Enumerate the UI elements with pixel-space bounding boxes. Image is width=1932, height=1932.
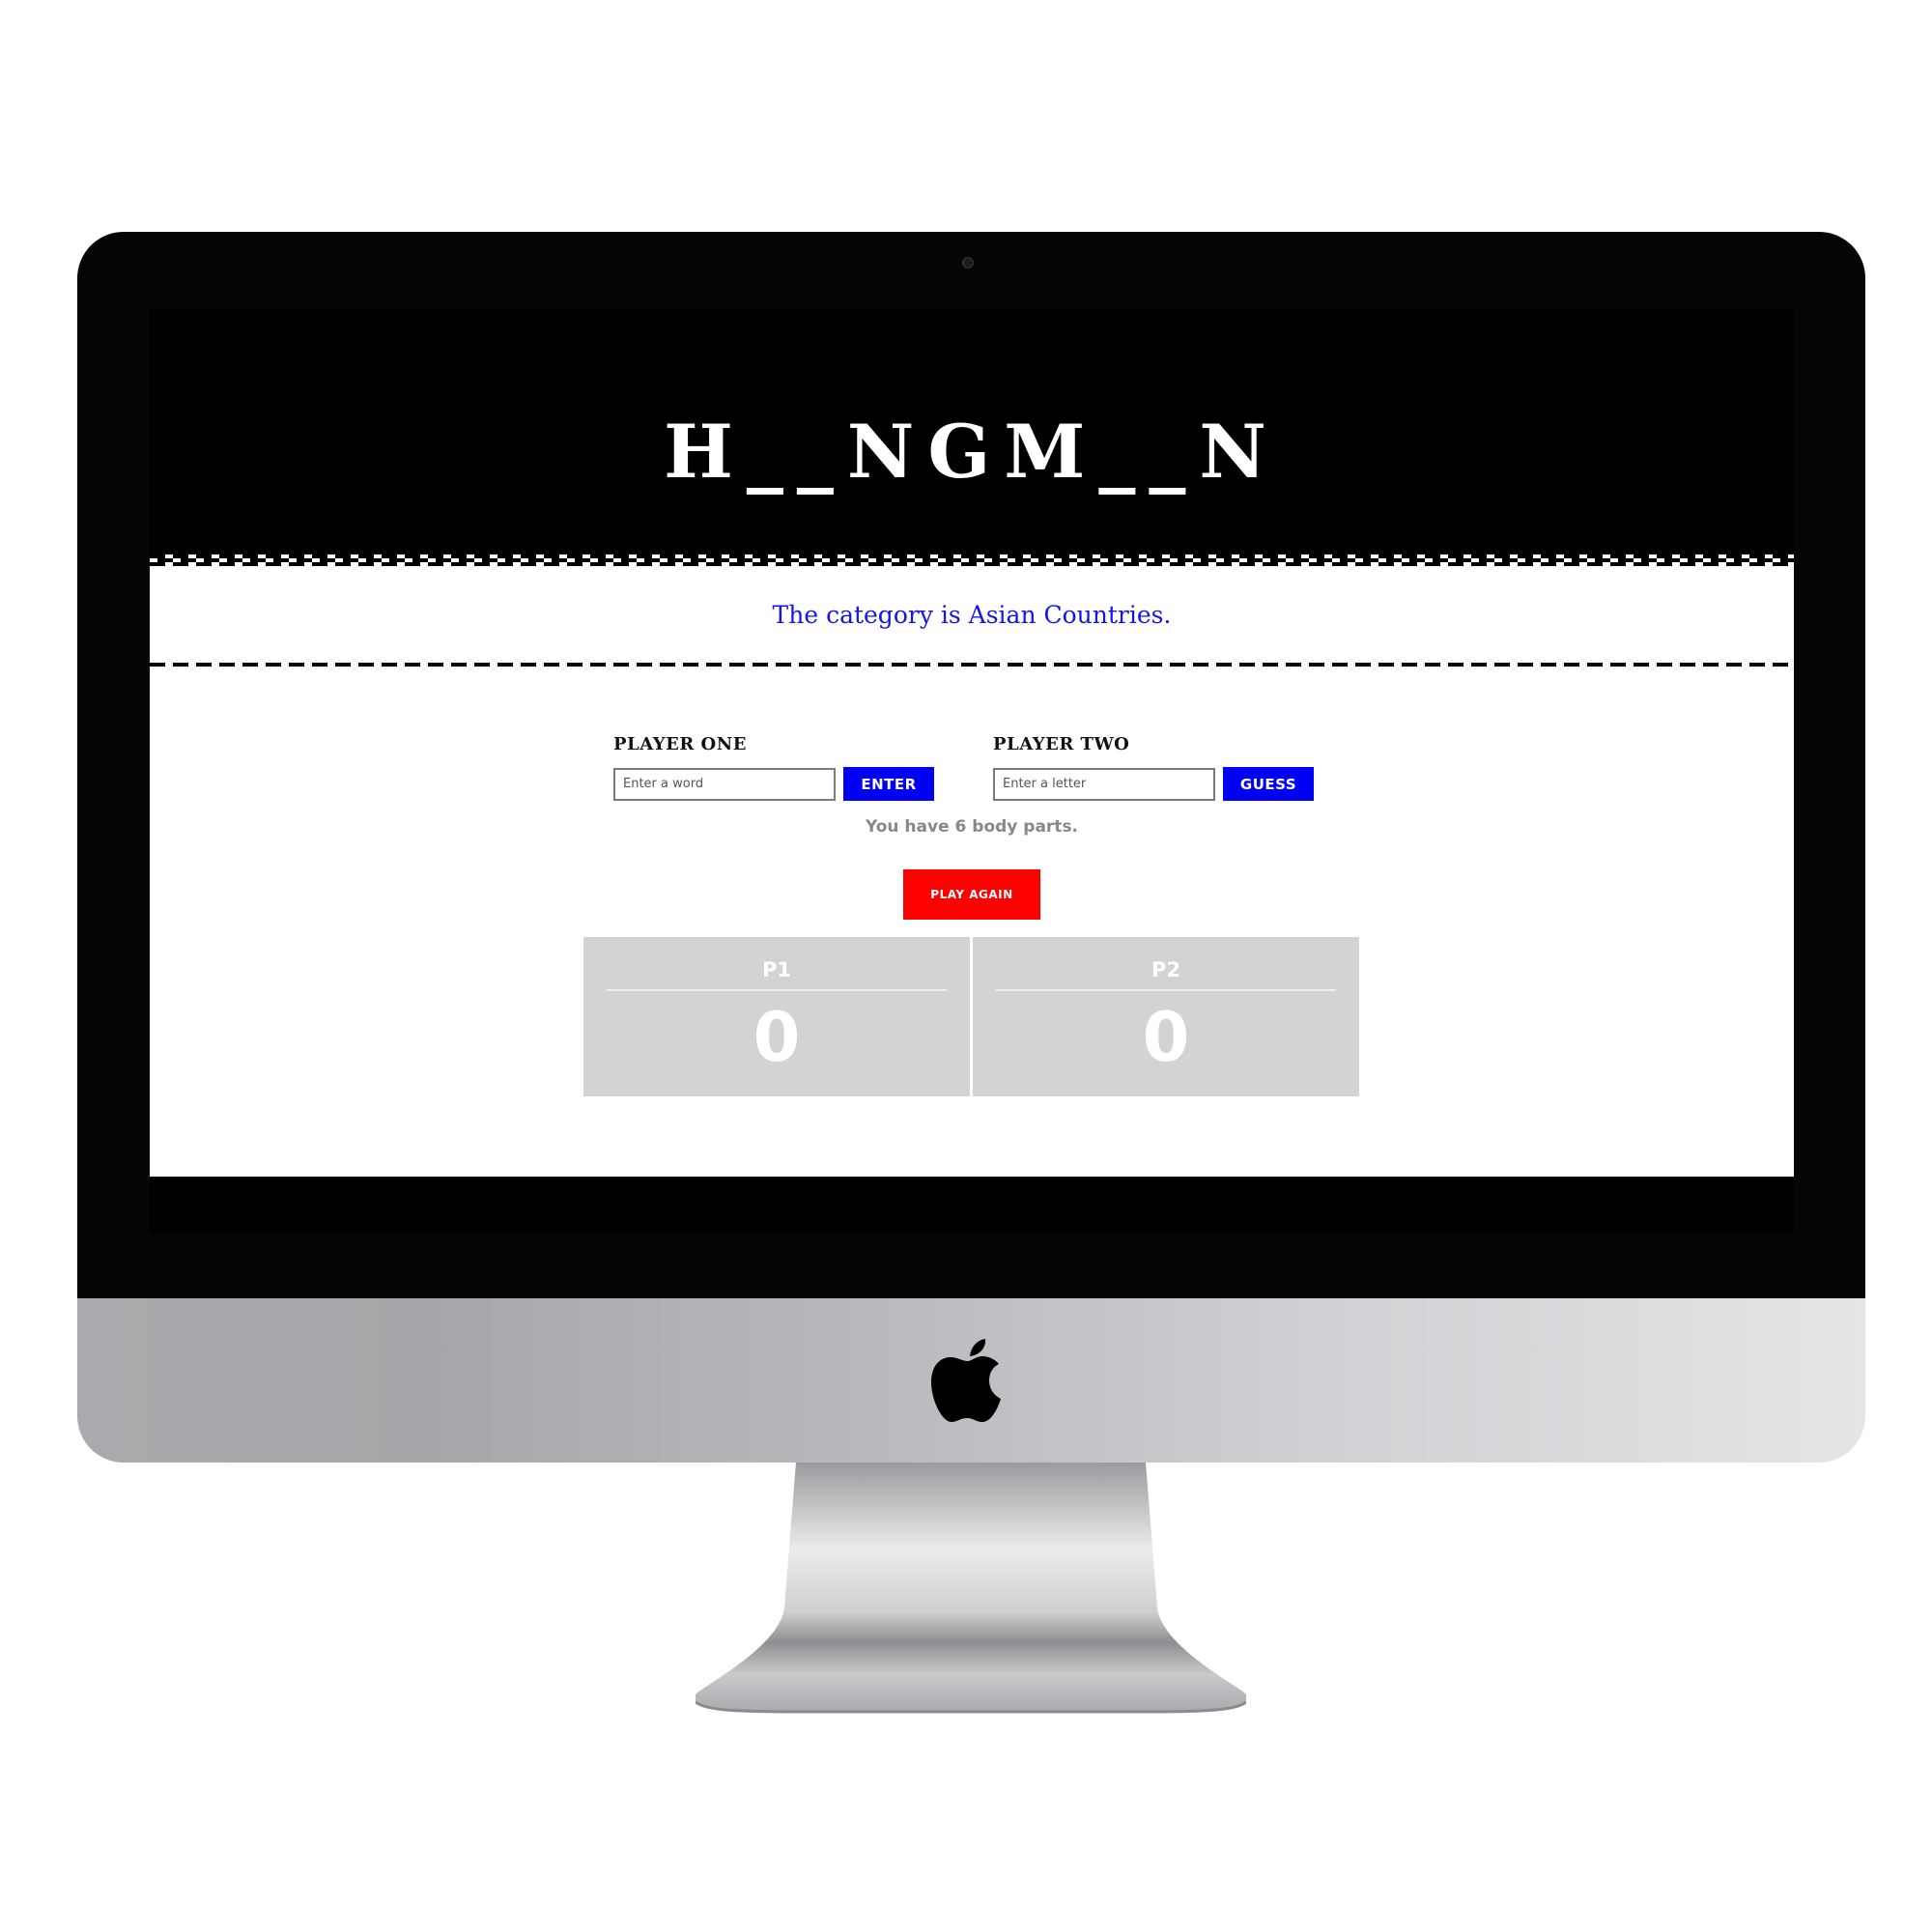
dashed-divider-top-accent: [150, 558, 1794, 562]
score-label-p1: P1: [761, 958, 791, 981]
app-screen: H__NGM__N The category is Asian Countrie…: [150, 309, 1794, 1234]
score-label-p2: P2: [1151, 958, 1180, 981]
apple-logo-icon: [931, 1339, 1001, 1422]
screen-footer: [150, 1177, 1794, 1234]
imac-stand: [696, 1463, 1246, 1714]
game-panel: PLAYER ONE Enter a word ENTER PLAYER TWO…: [150, 667, 1794, 1177]
enter-button[interactable]: ENTER: [843, 767, 934, 801]
player-two-panel: PLAYER TWO Enter a letter GUESS: [993, 734, 1314, 801]
player-one-panel: PLAYER ONE Enter a word ENTER: [613, 734, 934, 801]
word-input[interactable]: Enter a word: [613, 767, 836, 801]
player-one-label: PLAYER ONE: [613, 734, 747, 754]
player-two-label: PLAYER TWO: [993, 734, 1130, 754]
body-parts-status: You have 6 body parts.: [865, 817, 1079, 837]
header: H__NGM__N: [150, 309, 1794, 553]
score-value-p2: 0: [1142, 998, 1190, 1077]
player-one-input-row: Enter a word ENTER: [613, 767, 934, 801]
game-title: H__NGM__N: [664, 409, 1280, 495]
play-again-button[interactable]: PLAY AGAIN: [903, 869, 1040, 920]
player-two-input-row: Enter a letter GUESS: [993, 767, 1314, 801]
camera-icon: [962, 257, 974, 269]
score-card-p2: P2 0: [973, 937, 1359, 1096]
guess-button[interactable]: GUESS: [1223, 767, 1314, 801]
score-value-p1: 0: [753, 998, 801, 1077]
letter-input[interactable]: Enter a letter: [993, 767, 1215, 801]
score-divider: [996, 989, 1336, 991]
category-banner: The category is Asian Countries.: [150, 566, 1794, 663]
category-text: The category is Asian Countries.: [772, 601, 1172, 629]
score-divider: [607, 989, 947, 991]
score-card-p1: P1 0: [583, 937, 970, 1096]
